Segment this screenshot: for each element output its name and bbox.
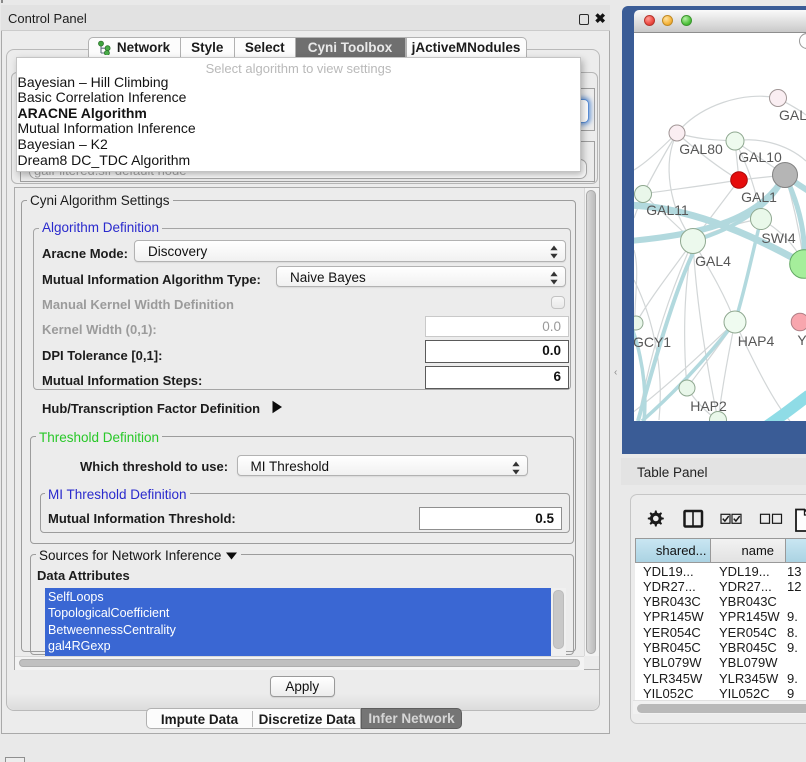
svg-text:GAL1: GAL1 [741, 189, 777, 205]
svg-text:GAL: GAL [779, 107, 806, 123]
svg-text:GAL80: GAL80 [679, 141, 723, 157]
svg-text:SWI4: SWI4 [761, 230, 795, 246]
svg-text:Y: Y [797, 332, 806, 348]
svg-text:HAP2: HAP2 [690, 398, 727, 414]
svg-text:HAP4: HAP4 [738, 333, 775, 349]
svg-text:GCY1: GCY1 [634, 334, 671, 350]
svg-text:GAL10: GAL10 [738, 149, 782, 165]
svg-text:GAL4: GAL4 [695, 253, 731, 269]
svg-text:GAL11: GAL11 [646, 202, 689, 218]
